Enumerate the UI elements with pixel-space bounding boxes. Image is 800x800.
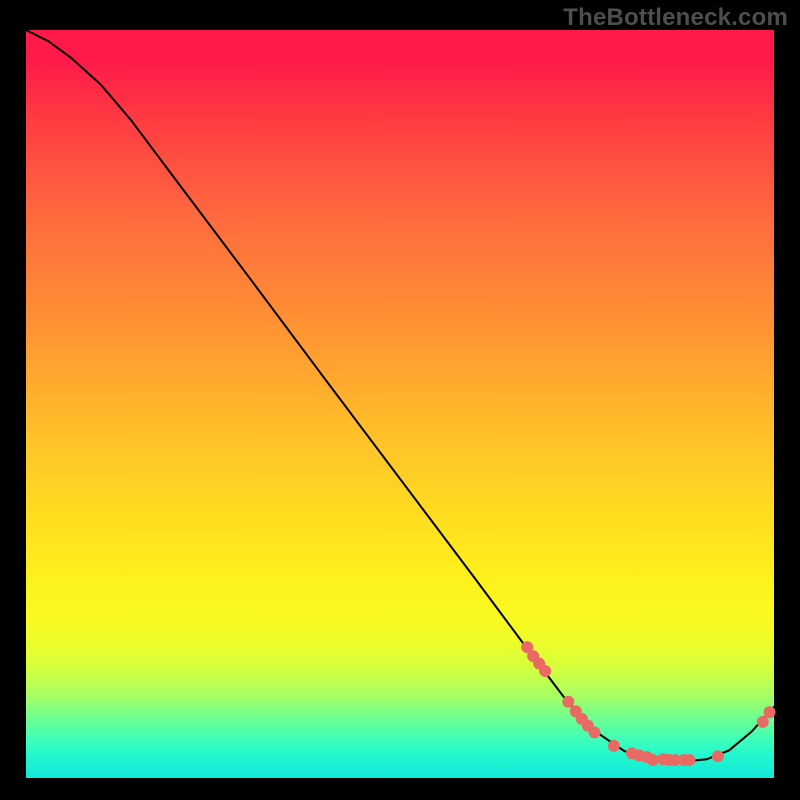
plot-area <box>26 30 774 778</box>
marker-point <box>757 716 769 728</box>
marker-point <box>539 665 551 677</box>
chart-svg <box>26 30 774 778</box>
marker-point <box>683 754 695 766</box>
marker-point <box>562 696 574 708</box>
bottleneck-curve <box>26 30 774 762</box>
marker-point <box>608 740 620 752</box>
marker-point <box>647 754 659 766</box>
marker-point <box>588 726 600 738</box>
marker-point <box>764 706 776 718</box>
marker-point <box>712 750 724 762</box>
marker-points <box>521 641 775 766</box>
chart-frame: TheBottleneck.com <box>0 0 800 800</box>
watermark-text: TheBottleneck.com <box>563 4 788 32</box>
